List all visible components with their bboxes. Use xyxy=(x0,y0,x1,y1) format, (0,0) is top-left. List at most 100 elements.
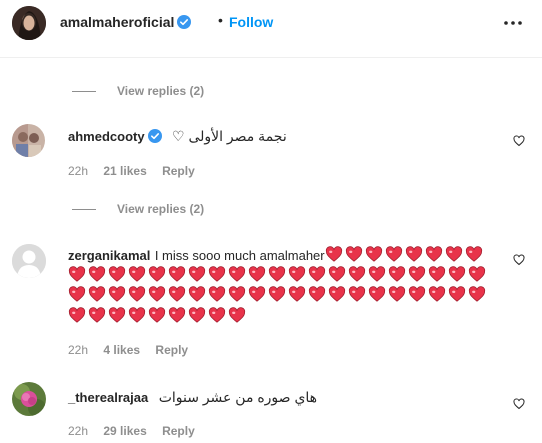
heart-emoji-icon xyxy=(365,246,382,262)
heart-emoji-icon xyxy=(108,266,126,282)
comment-meta: 22h 29 likes Reply xyxy=(68,424,195,438)
heart-emoji-icon xyxy=(148,266,166,282)
comment-text: هاي صوره من عشر سنوات xyxy=(158,389,318,405)
view-replies-button[interactable]: View replies (2) xyxy=(117,202,204,216)
heart-emoji-icon xyxy=(168,266,186,282)
heart-emoji-icon xyxy=(385,246,402,262)
comment-time[interactable]: 22h xyxy=(68,424,88,438)
verified-badge-icon xyxy=(177,15,192,29)
heart-emoji-icon xyxy=(188,266,206,282)
heart-emoji-icon xyxy=(128,286,146,303)
like-comment-icon[interactable] xyxy=(513,397,525,415)
heart-emoji-icon xyxy=(68,307,86,323)
heart-emoji-icon xyxy=(425,246,442,262)
view-replies-button[interactable]: View replies (2) xyxy=(117,84,204,98)
comment-time[interactable]: 22h xyxy=(68,164,88,178)
heart-emoji-icon xyxy=(308,286,326,303)
heart-emoji-icon xyxy=(468,286,486,303)
view-replies-line xyxy=(72,91,96,92)
heart-emoji-icon xyxy=(208,286,226,303)
heart-emoji-icon xyxy=(128,307,146,323)
view-replies-line xyxy=(72,209,96,210)
heart-emoji-icon xyxy=(248,286,266,303)
comment-time[interactable]: 22h xyxy=(68,343,88,357)
heart-emoji-icon xyxy=(345,246,362,262)
heart-emoji-icon xyxy=(108,307,126,323)
comment-likes[interactable]: 4 likes xyxy=(103,343,140,357)
comment-likes[interactable]: 21 likes xyxy=(103,164,146,178)
heart-emoji-icon xyxy=(168,307,186,323)
heart-emoji-icon xyxy=(208,307,226,323)
heart-emoji-icon xyxy=(228,307,246,323)
author-username[interactable]: amalmaheroficial xyxy=(60,14,192,30)
heart-emoji-icon xyxy=(328,266,346,282)
heart-emoji-icon xyxy=(68,266,86,282)
heart-emoji-icon xyxy=(208,266,226,282)
heart-emoji-icon xyxy=(388,286,406,303)
heart-emoji-icon xyxy=(88,286,106,303)
heart-emoji-icon xyxy=(308,266,326,282)
heart-emoji-icon xyxy=(188,307,206,323)
comment-line: ahmedcooty نجمة مصر الأولى ♡ xyxy=(68,128,287,146)
heart-emoji-icon xyxy=(288,286,306,303)
comment-text: نجمة مصر الأولى ♡ xyxy=(172,128,287,144)
heart-emoji-icon xyxy=(88,266,106,282)
heart-emoji-icon xyxy=(108,286,126,303)
heart-emoji-icon xyxy=(428,286,446,303)
heart-emoji-icon xyxy=(188,286,206,303)
commenter-avatar[interactable] xyxy=(12,382,46,416)
heart-emoji-icon xyxy=(408,286,426,303)
author-username-text[interactable]: amalmaheroficial xyxy=(60,14,174,30)
follow-button[interactable]: Follow xyxy=(229,14,273,30)
heart-emoji-icon xyxy=(88,307,106,323)
heart-emoji-icon xyxy=(428,266,446,282)
heart-emoji-icon xyxy=(268,266,286,282)
heart-emoji-icon xyxy=(368,266,386,282)
heart-emoji-icon xyxy=(468,266,486,282)
like-comment-icon[interactable] xyxy=(513,253,525,271)
heart-emoji-icon xyxy=(148,286,166,303)
post-header: amalmaheroficial • Follow xyxy=(0,0,542,46)
commenter-username[interactable]: _therealrajaa xyxy=(68,390,148,405)
author-avatar[interactable] xyxy=(12,6,46,40)
commenter-username[interactable]: ahmedcooty xyxy=(68,129,145,144)
reply-button[interactable]: Reply xyxy=(162,424,195,438)
header-separator: • xyxy=(218,12,223,28)
heart-emoji-icon xyxy=(248,266,266,282)
heart-emoji-icon xyxy=(68,286,86,303)
header-divider xyxy=(0,57,542,58)
heart-emoji-icon xyxy=(168,286,186,303)
heart-emoji-icon xyxy=(268,286,286,303)
heart-emoji-icon xyxy=(325,246,342,262)
comment-likes[interactable]: 29 likes xyxy=(103,424,146,438)
reply-button[interactable]: Reply xyxy=(162,164,195,178)
heart-emoji-icon xyxy=(448,266,466,282)
heart-emoji-icon xyxy=(388,266,406,282)
commenter-avatar[interactable] xyxy=(12,244,46,278)
like-comment-icon[interactable] xyxy=(513,134,525,152)
comment-meta: 22h 21 likes Reply xyxy=(68,164,195,178)
commenter-avatar[interactable] xyxy=(12,124,45,157)
heart-emoji-icon xyxy=(448,286,466,303)
comment-line: _therealrajaa هاي صوره من عشر سنوات xyxy=(68,389,317,407)
heart-emoji-icon xyxy=(128,266,146,282)
heart-emoji-icon xyxy=(228,266,246,282)
heart-emoji-icon xyxy=(148,307,166,323)
comment-meta: 22h 4 likes Reply xyxy=(68,343,188,357)
commenter-username[interactable]: zerganikamal xyxy=(68,248,150,263)
heart-emoji-icon xyxy=(445,246,462,262)
heart-emoji-icon xyxy=(405,246,422,262)
heart-emoji-icon xyxy=(408,266,426,282)
heart-emoji-icon xyxy=(465,246,482,262)
comment-text: I miss sooo much amalmaher xyxy=(154,248,325,264)
comment-body: zerganikamal I miss sooo much amalmaher xyxy=(68,246,498,327)
heart-emoji-icon xyxy=(228,286,246,303)
more-options-icon[interactable] xyxy=(502,12,524,34)
heart-emoji-icon xyxy=(288,266,306,282)
heart-emoji-icon xyxy=(348,266,366,282)
heart-emoji-icon xyxy=(368,286,386,303)
heart-emoji-icon xyxy=(348,286,366,303)
verified-badge-icon xyxy=(147,129,162,143)
reply-button[interactable]: Reply xyxy=(155,343,188,357)
heart-emoji-icon xyxy=(328,286,346,303)
